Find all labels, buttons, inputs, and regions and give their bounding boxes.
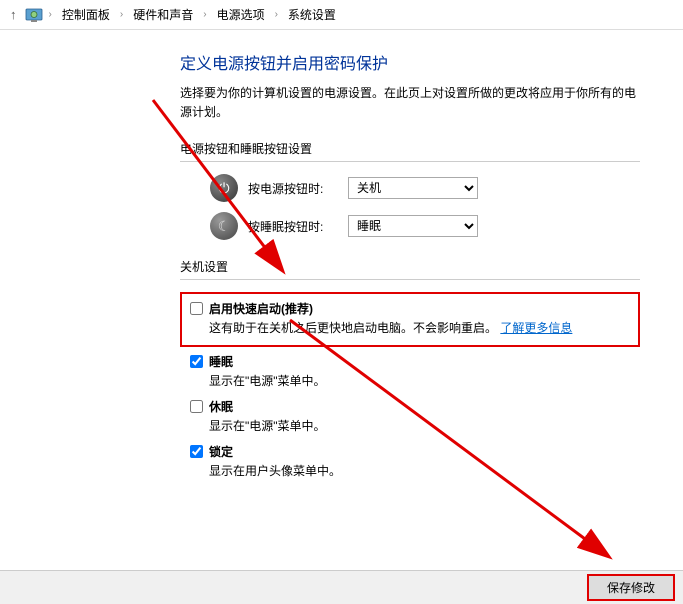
fast-startup-label: 启用快速启动(推荐) bbox=[209, 300, 313, 317]
breadcrumb-item[interactable]: 硬件和声音 bbox=[129, 4, 197, 25]
sleep-button-row: ☾ 按睡眠按钮时: 睡眠 bbox=[210, 212, 640, 240]
learn-more-link[interactable]: 了解更多信息 bbox=[500, 321, 572, 335]
shutdown-settings-section: 关机设置 启用快速启动(推荐) 这有助于在关机之后更快地启动电脑。不会影响重启。… bbox=[180, 258, 640, 480]
sleep-option: 睡眠 显示在"电源"菜单中。 bbox=[190, 353, 640, 390]
control-panel-icon[interactable] bbox=[25, 6, 43, 24]
fast-startup-checkbox[interactable] bbox=[190, 302, 203, 315]
sleep-checkbox[interactable] bbox=[190, 355, 203, 368]
lock-option-description: 显示在用户头像菜单中。 bbox=[209, 462, 640, 480]
sleep-icon: ☾ bbox=[210, 212, 238, 240]
breadcrumb-item[interactable]: 系统设置 bbox=[284, 4, 340, 25]
power-button-select[interactable]: 关机 bbox=[348, 177, 478, 199]
chevron-right-icon: › bbox=[47, 9, 54, 20]
power-button-row: ⏻ 按电源按钮时: 关机 bbox=[210, 174, 640, 202]
hibernate-option: 休眠 显示在"电源"菜单中。 bbox=[190, 398, 640, 435]
divider bbox=[180, 161, 640, 162]
power-buttons-section: 电源按钮和睡眠按钮设置 ⏻ 按电源按钮时: 关机 ☾ 按睡眠按钮时: 睡眠 bbox=[180, 140, 640, 240]
breadcrumb-item[interactable]: 控制面板 bbox=[58, 4, 114, 25]
hibernate-option-label: 休眠 bbox=[209, 398, 233, 415]
section-heading: 关机设置 bbox=[180, 258, 640, 275]
sleep-option-label: 睡眠 bbox=[209, 353, 233, 370]
lock-option-label: 锁定 bbox=[209, 443, 233, 460]
breadcrumb: ↑ › 控制面板 › 硬件和声音 › 电源选项 › 系统设置 bbox=[0, 0, 683, 30]
breadcrumb-item[interactable]: 电源选项 bbox=[213, 4, 269, 25]
page-description: 选择要为你的计算机设置的电源设置。在此页上对设置所做的更改将应用于你所有的电源计… bbox=[180, 84, 640, 122]
save-button[interactable]: 保存修改 bbox=[587, 574, 675, 601]
section-heading: 电源按钮和睡眠按钮设置 bbox=[180, 140, 640, 157]
power-icon: ⏻ bbox=[210, 174, 238, 202]
lock-option: 锁定 显示在用户头像菜单中。 bbox=[190, 443, 640, 480]
divider bbox=[180, 279, 640, 280]
chevron-right-icon: › bbox=[201, 9, 208, 20]
sleep-option-description: 显示在"电源"菜单中。 bbox=[209, 372, 640, 390]
up-arrow-icon[interactable]: ↑ bbox=[6, 7, 21, 22]
footer: 保存修改 bbox=[0, 570, 683, 604]
power-button-label: 按电源按钮时: bbox=[248, 180, 338, 197]
chevron-right-icon: › bbox=[118, 9, 125, 20]
main-content: 定义电源按钮并启用密码保护 选择要为你的计算机设置的电源设置。在此页上对设置所做… bbox=[0, 30, 640, 480]
sleep-button-label: 按睡眠按钮时: bbox=[248, 218, 338, 235]
hibernate-checkbox[interactable] bbox=[190, 400, 203, 413]
sleep-button-select[interactable]: 睡眠 bbox=[348, 215, 478, 237]
hibernate-option-description: 显示在"电源"菜单中。 bbox=[209, 417, 640, 435]
fast-startup-highlight-box: 启用快速启动(推荐) 这有助于在关机之后更快地启动电脑。不会影响重启。 了解更多… bbox=[180, 292, 640, 347]
page-title: 定义电源按钮并启用密码保护 bbox=[180, 50, 640, 74]
fast-startup-description: 这有助于在关机之后更快地启动电脑。不会影响重启。 了解更多信息 bbox=[209, 319, 630, 337]
lock-checkbox[interactable] bbox=[190, 445, 203, 458]
chevron-right-icon: › bbox=[273, 9, 280, 20]
